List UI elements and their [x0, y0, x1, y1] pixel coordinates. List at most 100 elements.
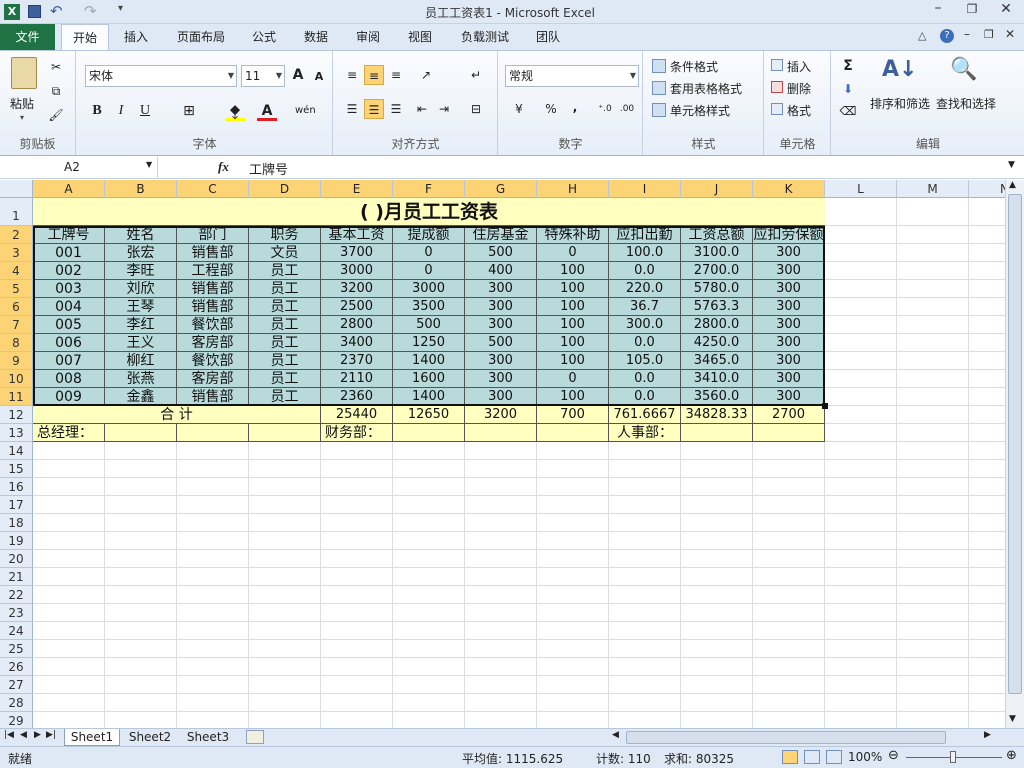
row-header-22[interactable]: 22 — [0, 586, 33, 604]
row-header-6[interactable]: 6 — [0, 298, 33, 316]
row-header-23[interactable]: 23 — [0, 604, 33, 622]
column-header-g[interactable]: G — [465, 180, 537, 198]
data-cell[interactable]: 0 — [393, 262, 465, 280]
data-cell[interactable]: 300 — [753, 352, 825, 370]
font-color-icon[interactable]: A — [257, 101, 277, 121]
first-sheet-icon[interactable]: |◀ — [4, 730, 14, 740]
data-cell[interactable]: 100 — [537, 352, 609, 370]
data-cell[interactable]: 1250 — [393, 334, 465, 352]
data-cell[interactable]: 柳红 — [105, 352, 177, 370]
last-sheet-icon[interactable]: ▶| — [46, 730, 56, 740]
formula-input[interactable]: 工牌号 — [249, 159, 288, 178]
number-format-select[interactable]: 常规 ▼ — [505, 65, 639, 87]
data-cell[interactable]: 刘欣 — [105, 280, 177, 298]
data-cell[interactable]: 003 — [33, 280, 105, 298]
row-header-11[interactable]: 11 — [0, 388, 33, 406]
phonetic-icon[interactable]: wén — [295, 101, 316, 121]
copy-icon[interactable]: ⧉ — [46, 81, 66, 101]
column-header-d[interactable]: D — [249, 180, 321, 198]
data-cell[interactable]: 员工 — [249, 280, 321, 298]
total-cell[interactable]: 25440 — [321, 406, 393, 424]
prev-sheet-icon[interactable]: ◀ — [20, 730, 27, 740]
currency-icon[interactable]: ¥ — [509, 99, 529, 119]
workbook-restore-icon[interactable]: ❐ — [984, 28, 994, 41]
page-layout-view-icon[interactable] — [804, 750, 820, 764]
row-header-15[interactable]: 15 — [0, 460, 33, 478]
fill-color-icon[interactable]: ⧪ — [225, 101, 245, 121]
data-cell[interactable]: 3200 — [321, 280, 393, 298]
data-cell[interactable]: 2370 — [321, 352, 393, 370]
data-cell[interactable]: 006 — [33, 334, 105, 352]
zoom-in-icon[interactable]: ⊕ — [1006, 748, 1017, 763]
tab-view[interactable]: 视图 — [400, 24, 440, 50]
data-cell[interactable]: 3000 — [393, 280, 465, 298]
expand-formula-icon[interactable]: ▼ — [1008, 160, 1015, 170]
data-cell[interactable]: 3400 — [321, 334, 393, 352]
data-cell[interactable]: 工程部 — [177, 262, 249, 280]
data-cell[interactable]: 100 — [537, 334, 609, 352]
align-left-icon[interactable]: ☰ — [342, 99, 362, 119]
zoom-out-icon[interactable]: ⊖ — [888, 748, 899, 763]
row-header-5[interactable]: 5 — [0, 280, 33, 298]
data-cell[interactable]: 100 — [537, 388, 609, 406]
data-cell[interactable]: 0.0 — [609, 262, 681, 280]
data-cell[interactable]: 100 — [537, 298, 609, 316]
wrap-text-icon[interactable]: ↵ — [466, 65, 486, 85]
data-cell[interactable]: 500 — [465, 244, 537, 262]
data-cell[interactable]: 2800 — [321, 316, 393, 334]
merge-center-icon[interactable]: ⊟ — [466, 99, 486, 119]
column-header-l[interactable]: L — [825, 180, 897, 198]
format-cells-button[interactable]: 格式 — [787, 102, 811, 119]
row-header-16[interactable]: 16 — [0, 478, 33, 496]
column-header-f[interactable]: F — [393, 180, 465, 198]
row-header-28[interactable]: 28 — [0, 694, 33, 712]
sort-filter-button[interactable]: 排序和筛选 — [870, 95, 930, 112]
excel-icon[interactable]: X — [4, 4, 20, 20]
close-icon[interactable]: ✕ — [996, 1, 1016, 17]
data-cell[interactable]: 张燕 — [105, 370, 177, 388]
data-cell[interactable]: 0.0 — [609, 370, 681, 388]
customize-qat-icon[interactable]: ▾ — [118, 3, 123, 14]
data-cell[interactable]: 5763.3 — [681, 298, 753, 316]
font-size-select[interactable]: 11 ▼ — [241, 65, 285, 87]
tab-file[interactable]: 文件 — [0, 24, 55, 50]
data-cell[interactable]: 销售部 — [177, 388, 249, 406]
data-cell[interactable]: 0 — [537, 244, 609, 262]
data-cell[interactable]: 001 — [33, 244, 105, 262]
data-cell[interactable]: 3410.0 — [681, 370, 753, 388]
tab-formulas[interactable]: 公式 — [244, 24, 284, 50]
scroll-down-icon[interactable]: ▼ — [1009, 714, 1016, 724]
data-cell[interactable]: 002 — [33, 262, 105, 280]
column-title[interactable]: 住房基金 — [465, 226, 537, 244]
data-cell[interactable]: 300 — [465, 370, 537, 388]
data-cell[interactable]: 王琴 — [105, 298, 177, 316]
data-cell[interactable]: 3700 — [321, 244, 393, 262]
column-header-h[interactable]: H — [537, 180, 609, 198]
row-header-3[interactable]: 3 — [0, 244, 33, 262]
bold-button[interactable]: B — [87, 101, 107, 121]
data-cell[interactable]: 2110 — [321, 370, 393, 388]
data-cell[interactable]: 300 — [753, 334, 825, 352]
column-header-i[interactable]: I — [609, 180, 681, 198]
data-cell[interactable]: 3500 — [393, 298, 465, 316]
column-title[interactable]: 应扣出勤 — [609, 226, 681, 244]
hscroll-right-icon[interactable]: ▶ — [984, 730, 991, 740]
data-cell[interactable]: 员工 — [249, 262, 321, 280]
data-cell[interactable]: 300 — [465, 316, 537, 334]
tab-home[interactable]: 开始 — [61, 24, 109, 50]
column-title[interactable]: 工资总额 — [681, 226, 753, 244]
normal-view-icon[interactable] — [782, 750, 798, 764]
data-cell[interactable]: 300 — [753, 280, 825, 298]
data-cell[interactable]: 员工 — [249, 316, 321, 334]
row-header-9[interactable]: 9 — [0, 352, 33, 370]
data-cell[interactable]: 李红 — [105, 316, 177, 334]
format-painter-icon[interactable]: 🖌 — [46, 105, 66, 125]
column-title[interactable]: 提成额 — [393, 226, 465, 244]
cut-icon[interactable]: ✂ — [46, 57, 66, 77]
data-cell[interactable]: 300 — [753, 298, 825, 316]
column-title[interactable]: 应扣劳保额 — [753, 226, 825, 244]
paste-dropdown-icon[interactable]: ▾ — [20, 113, 24, 122]
row-header-4[interactable]: 4 — [0, 262, 33, 280]
data-cell[interactable]: 100 — [537, 316, 609, 334]
data-cell[interactable]: 500 — [465, 334, 537, 352]
